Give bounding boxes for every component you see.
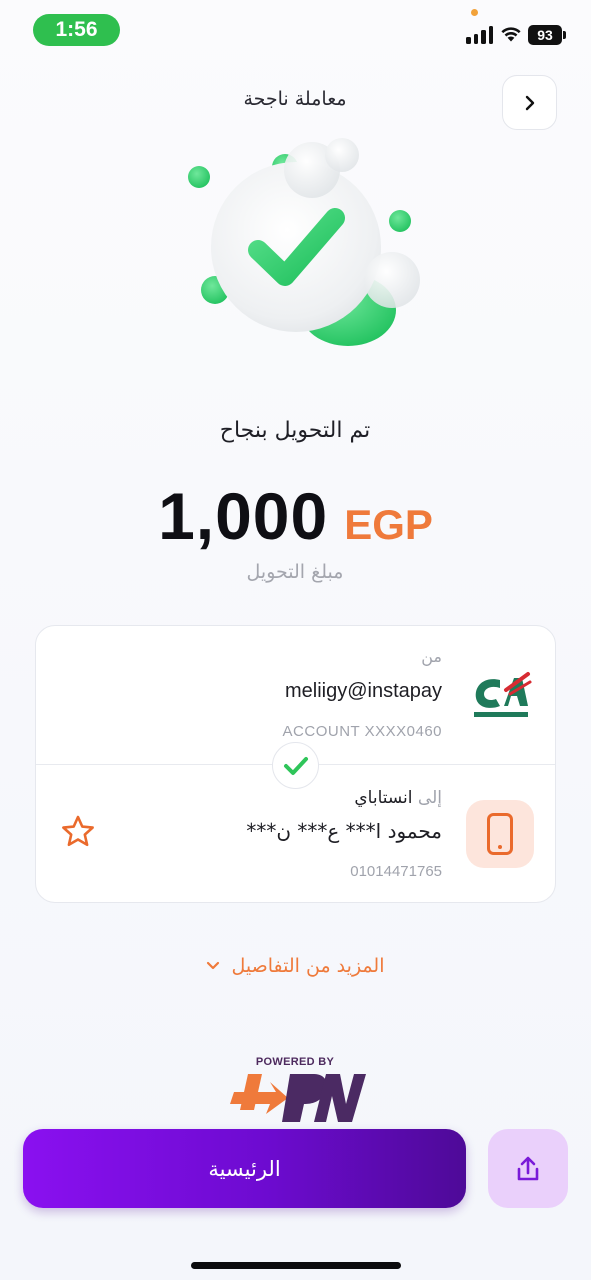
chevron-down-icon bbox=[206, 961, 219, 970]
more-details-label: المزيد من التفاصيل bbox=[231, 955, 385, 977]
share-button[interactable] bbox=[488, 1129, 568, 1208]
share-icon bbox=[517, 1156, 539, 1180]
privacy-indicator-dot bbox=[471, 9, 478, 16]
to-channel: انستاباي bbox=[354, 788, 413, 808]
sender-account: ACCOUNT XXXX0460 bbox=[282, 723, 442, 740]
cellular-signal-icon bbox=[466, 24, 494, 44]
chevron-right-icon bbox=[525, 95, 534, 110]
home-indicator bbox=[191, 1262, 401, 1269]
favorite-star-icon[interactable] bbox=[60, 814, 96, 850]
from-label: من bbox=[421, 647, 442, 666]
verified-check-badge bbox=[272, 742, 319, 789]
amount-currency: EGP bbox=[344, 501, 433, 548]
recipient-name: محمود ا*** ع*** ن*** bbox=[246, 819, 442, 843]
mobile-phone-icon bbox=[487, 813, 513, 855]
wifi-icon bbox=[501, 27, 521, 42]
more-details-toggle[interactable]: المزيد من التفاصيل bbox=[150, 952, 440, 980]
check-icon bbox=[283, 756, 308, 775]
powered-by-label: POWERED BY bbox=[255, 1056, 335, 1068]
credit-agricole-logo bbox=[474, 672, 532, 717]
battery-cap bbox=[563, 31, 566, 39]
sender-handle: meliigy@instapay bbox=[284, 680, 442, 702]
transfer-amount: 1,000 EGP bbox=[0, 478, 591, 558]
recipient-type-tile bbox=[466, 800, 534, 868]
status-time: 1:56 bbox=[33, 14, 120, 46]
back-button[interactable] bbox=[502, 75, 557, 130]
to-label: إلى انستاباي bbox=[300, 788, 442, 808]
home-button[interactable]: الرئيسية bbox=[23, 1129, 466, 1208]
ipn-logo bbox=[230, 1074, 366, 1122]
recipient-phone: 01014471765 bbox=[350, 863, 442, 880]
page-title: معاملة ناجحة bbox=[243, 88, 347, 110]
to-prefix: إلى bbox=[417, 788, 442, 808]
success-message: تم التحويل بنجاح bbox=[219, 418, 371, 443]
success-check-illustration bbox=[188, 138, 420, 346]
battery-indicator: 93 bbox=[528, 25, 562, 45]
amount-value: 1,000 bbox=[158, 479, 329, 553]
amount-label: مبلغ التحويل bbox=[246, 561, 344, 583]
